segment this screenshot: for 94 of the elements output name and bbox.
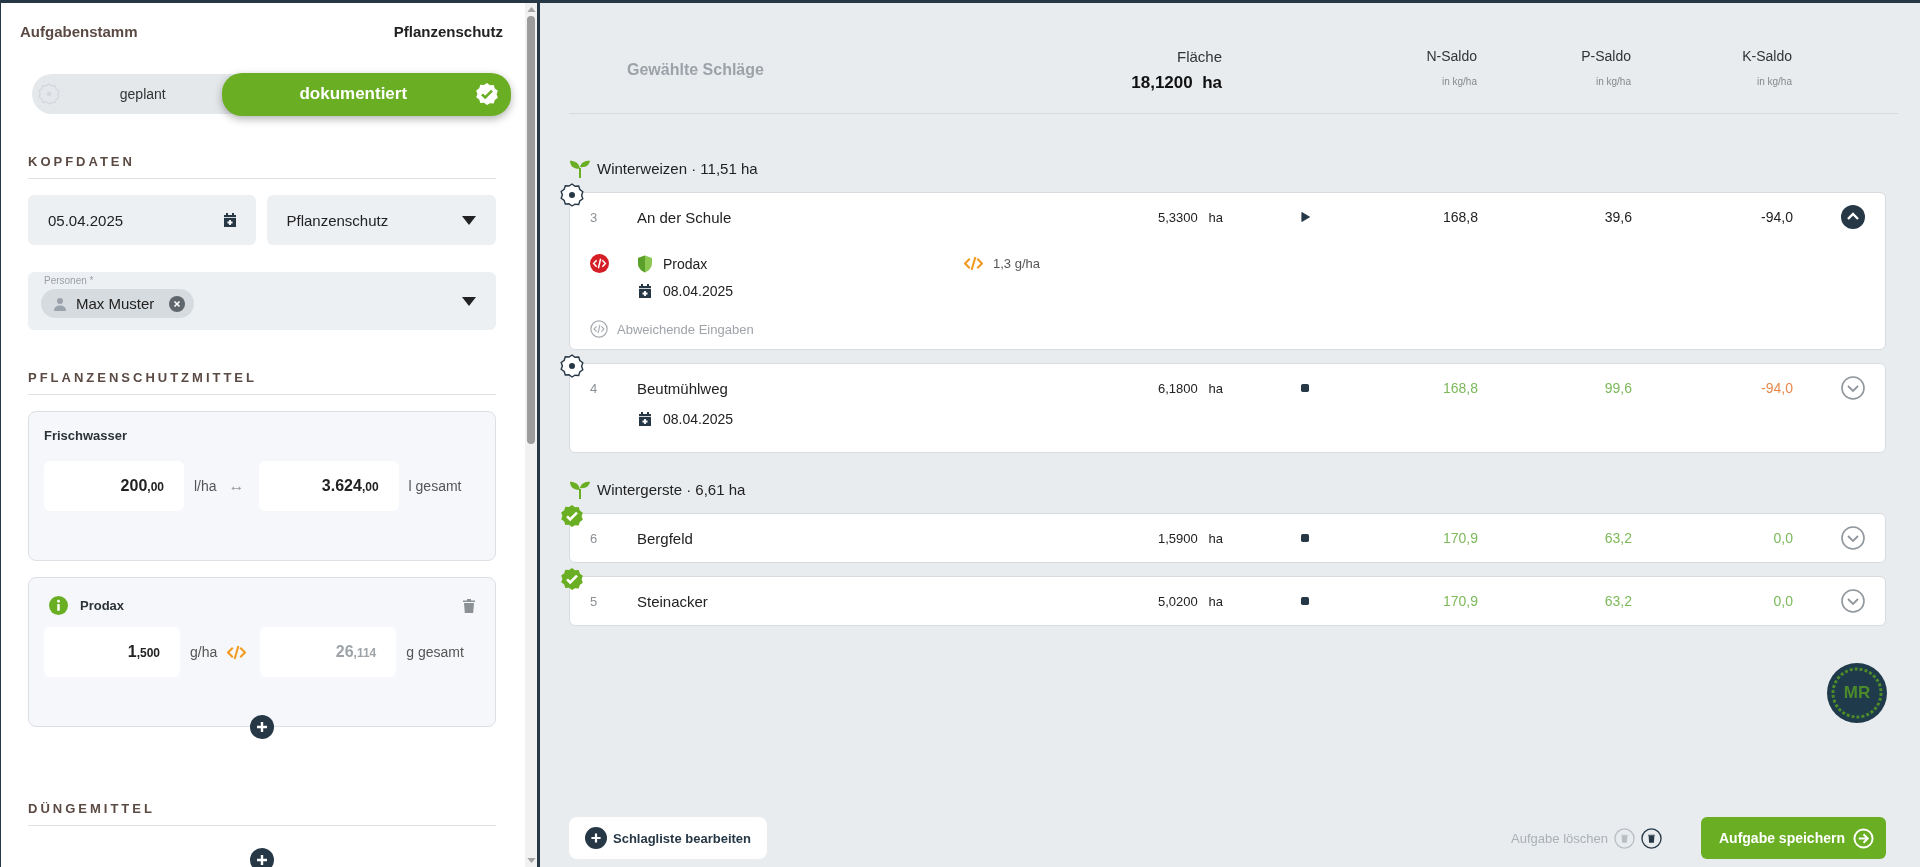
unit-label: l/ha — [194, 478, 217, 494]
calendar-icon — [637, 282, 653, 299]
saldo-value: 0,0 — [1772, 530, 1793, 546]
badge-icon — [38, 83, 60, 105]
column-heading: Fläche — [1176, 48, 1222, 65]
field-number: 4 — [590, 380, 599, 396]
shield-icon — [637, 254, 653, 273]
persons-select[interactable]: Personen * Max Muster — [28, 272, 496, 330]
field-name: Beutmühlweg — [637, 379, 729, 397]
add-icon[interactable] — [250, 715, 274, 739]
product-name: Prodax — [80, 598, 125, 613]
column-unit: in kg/ha — [1756, 76, 1792, 87]
field-area: 5,3300 ha — [1057, 209, 1223, 225]
person-icon — [53, 296, 67, 311]
column-heading: N-Saldo — [1426, 48, 1477, 64]
unit-label: g/ha — [190, 644, 218, 660]
saldo-value: 99,6 — [1603, 380, 1632, 396]
column-unit: in kg/ha — [1441, 76, 1477, 87]
section-heading: DÜNGEMITTEL — [28, 801, 496, 826]
link-symbol: ↔ — [228, 477, 245, 495]
scrollbar[interactable] — [525, 3, 537, 867]
unit-label: l gesamt — [408, 478, 462, 494]
arrow-right-icon — [1853, 827, 1874, 849]
scrollbar-thumb[interactable] — [527, 16, 535, 444]
saldo-value: 63,2 — [1603, 530, 1632, 546]
info-icon[interactable] — [49, 596, 68, 615]
scroll-up-icon[interactable] — [526, 7, 536, 12]
code-icon — [227, 644, 247, 660]
section-heading: KOPFDATEN — [28, 154, 496, 179]
field-name: An der Schule — [637, 208, 733, 226]
sprout-icon — [569, 158, 591, 178]
rate-input[interactable]: 1,500 — [44, 627, 180, 677]
breadcrumb-title[interactable]: Aufgabenstamm — [20, 23, 138, 40]
remove-icon[interactable] — [169, 295, 186, 312]
expand-icon[interactable] — [1841, 589, 1865, 613]
selected-fields-title: Gewählte Schläge — [626, 60, 765, 79]
field-card[interactable]: 6 Bergfeld 1,5900 ha 170,9 63,2 0,0 — [569, 513, 1886, 563]
application-date: 08.04.2025 — [663, 282, 734, 299]
field-label: Personen * — [44, 275, 95, 286]
status-option[interactable]: geplant — [32, 75, 222, 113]
application-date: 08.04.2025 — [663, 410, 734, 427]
dropdown-caret-icon — [462, 215, 476, 225]
person-chip[interactable]: Max Muster — [41, 289, 195, 318]
column-unit: in kg/ha — [1595, 76, 1631, 87]
rate-input[interactable]: 200,00 — [44, 461, 184, 511]
expand-icon[interactable] — [1841, 376, 1865, 400]
product-rate: 1,3 g/ha — [993, 256, 1040, 271]
task-type-title: Pflanzenschutz — [393, 23, 503, 40]
collapse-icon[interactable] — [1841, 205, 1865, 229]
column-heading: K-Saldo — [1742, 48, 1792, 64]
type-select[interactable]: Pflanzenschutz — [266, 195, 496, 245]
area-total: 18,1200 ha — [1131, 73, 1222, 93]
column-heading: P-Saldo — [1581, 48, 1631, 64]
field-number: 5 — [590, 593, 599, 609]
field-name: Bergfeld — [637, 529, 694, 547]
trash-icon[interactable] — [1640, 827, 1662, 849]
sprout-icon — [569, 479, 591, 499]
field-area: 1,5900 ha — [1057, 530, 1223, 546]
saldo-value: 170,9 — [1441, 593, 1478, 609]
saldo-value: 168,8 — [1441, 380, 1478, 396]
unit-label: g gesamt — [406, 644, 464, 660]
field-number: 6 — [590, 530, 599, 546]
calendar-icon — [637, 410, 653, 427]
field-area: 6,1800 ha — [1057, 380, 1223, 396]
code-icon — [964, 256, 983, 271]
field-number: 3 — [590, 209, 599, 225]
saldo-value: 63,2 — [1603, 593, 1632, 609]
calendar-icon — [221, 212, 238, 228]
saldo-value: 39,6 — [1603, 209, 1632, 225]
section-heading: PFLANZENSCHUTZMITTEL — [28, 370, 496, 395]
field-card[interactable]: 3 An der Schule 5,3300 ha 168,8 39,6 -94,0 Prodax 1,3 g/ha 08.04.2025 Abweichende Eingaben — [569, 192, 1886, 350]
saldo-value: 168,8 — [1441, 209, 1478, 225]
crop-group-title: Winterweizen · 11,51 ha — [597, 159, 758, 177]
total-input[interactable]: 3.624,00 — [258, 461, 399, 511]
saldo-value: -94,0 — [1760, 380, 1793, 396]
date-field[interactable]: 05.04.2025 — [28, 195, 256, 245]
water-title: Frischwasser — [44, 428, 129, 443]
scroll-down-icon[interactable] — [526, 858, 536, 863]
crop-group-title: Wintergerste · 6,61 ha — [597, 480, 746, 498]
code-icon — [590, 320, 608, 338]
check-badge-icon — [475, 82, 499, 106]
dropdown-caret-icon — [462, 296, 476, 306]
field-area: 5,0200 ha — [1057, 593, 1223, 609]
add-icon — [585, 827, 607, 849]
field-name: Steinacker — [637, 592, 709, 610]
product-name: Prodax — [663, 255, 708, 272]
saldo-value: 170,9 — [1441, 530, 1478, 546]
saldo-value: -94,0 — [1760, 209, 1793, 225]
add-icon[interactable] — [250, 848, 274, 867]
edit-field-list-button[interactable]: Schlagliste bearbeiten — [569, 817, 767, 859]
field-card[interactable]: 4 Beutmühlweg 6,1800 ha 168,8 99,6 -94,0 08.04.2025 — [569, 363, 1886, 453]
field-card[interactable]: 5 Steinacker 5,0200 ha 170,9 63,2 0,0 — [569, 576, 1886, 626]
expand-icon[interactable] — [1841, 526, 1865, 550]
saldo-value: 0,0 — [1772, 593, 1793, 609]
